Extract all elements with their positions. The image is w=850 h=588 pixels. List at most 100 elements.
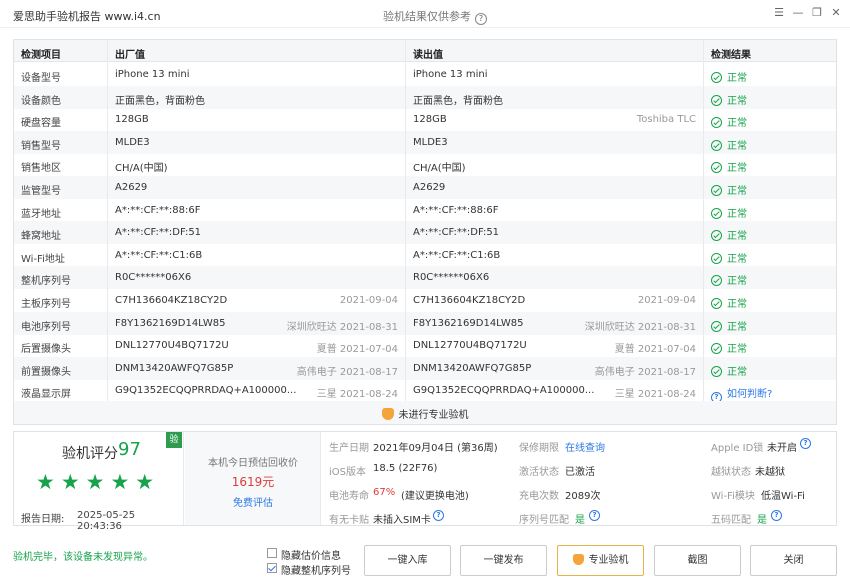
result-text: 正常 [727, 186, 747, 197]
info-label: Apple ID锁 [711, 443, 764, 454]
header-factory: 出厂值 [115, 50, 145, 61]
factory-value: CH/A(中国) [115, 163, 168, 175]
read-value: CH/A(中国) [413, 163, 466, 175]
info-value: 是 [575, 515, 585, 526]
info-label: 保修期限 [519, 443, 559, 454]
center-title-text: 验机结果仅供参考 [383, 10, 471, 23]
read-value: A*:**:CF:**:DF:51 [413, 227, 500, 239]
result-cell: 正常 [711, 295, 747, 310]
hide-serial-label[interactable]: 隐藏整机序列号 [281, 562, 351, 577]
row-item-name: 设备型号 [21, 73, 61, 84]
score-box: 验机评分 97 验 ★★★★★ 报告日期: 2025-05-25 20:43:3… [14, 432, 184, 532]
result-text: 正常 [727, 253, 747, 265]
read-value: MLDE3 [413, 136, 448, 148]
factory-value: MLDE3 [115, 136, 150, 148]
read-value: 正面黑色，背面粉色 [413, 95, 503, 107]
title-bar: 爱思助手验机报告 www.i4.cn 验机结果仅供参考? ☰ — ❐ ✕ [0, 0, 850, 28]
row-item-name: 销售型号 [21, 140, 61, 152]
star-rating: ★★★★★ [36, 470, 161, 494]
read-value: R0C******06X6 [413, 272, 490, 284]
table-row: 蜂窝地址 A*:**:CF:**:DF:51 A*:**:CF:**:DF:51 正常 [14, 221, 836, 245]
check-circle-icon [711, 117, 722, 129]
one-click-store-button[interactable]: 一键入库 [364, 545, 451, 576]
help-icon[interactable]: ? [771, 510, 782, 521]
column-divider [405, 40, 406, 424]
factory-date: 夏普 2021-07-04 [316, 344, 398, 356]
info-value: 未开启 [767, 443, 797, 454]
result-text: 正常 [727, 231, 747, 243]
result-text: 正常 [727, 140, 747, 152]
info-label: Wi-Fi模块 [711, 491, 755, 502]
read-value: 128GB [413, 114, 447, 126]
one-click-publish-button[interactable]: 一键发布 [460, 545, 547, 576]
column-divider [107, 40, 108, 424]
check-table: 检测项目 出厂值 读出值 检测结果 设备型号 iPhone 13 mini iPho… [13, 39, 837, 425]
result-text: 正常 [727, 321, 747, 333]
score-value: 97 [118, 439, 141, 460]
read-date: 2021-09-04 [637, 295, 696, 306]
hide-price-label[interactable]: 隐藏估价信息 [281, 547, 341, 562]
hide-price-checkbox[interactable] [267, 548, 277, 558]
check-circle-icon [711, 162, 722, 174]
result-cell: 正常 [711, 250, 747, 265]
close-icon[interactable]: ✕ [829, 6, 843, 20]
close-button[interactable]: 关闭 [750, 545, 837, 576]
read-date: Toshiba TLC [636, 114, 696, 126]
table-row: 液晶显示屏 G9Q1352ECQQPRRDAQ+A100000... 三星 2021… [14, 379, 836, 404]
table-header: 检测项目 出厂值 读出值 检测结果 [14, 40, 836, 62]
restore-icon[interactable]: ❐ [810, 6, 824, 20]
menu-icon[interactable]: ☰ [772, 6, 786, 20]
info-value: 已激活 [565, 467, 595, 478]
check-circle-icon [711, 230, 722, 242]
check-circle-icon [711, 365, 722, 377]
info-value: 未插入SIM卡 [373, 515, 431, 526]
row-item-name: 硬盘容量 [21, 118, 61, 130]
table-row: 设备型号 iPhone 13 mini iPhone 13 mini 正常 [14, 63, 836, 86]
pro-check-label: 专业验机 [588, 555, 629, 566]
minimize-icon[interactable]: — [791, 6, 805, 20]
app-title: 爱思助手验机报告 www.i4.cn [13, 10, 161, 23]
row-item-name: Wi-Fi地址 [21, 253, 65, 265]
info-label: 生产日期 [329, 443, 369, 454]
check-circle-icon [711, 298, 722, 309]
info-label: 序列号匹配 [519, 515, 569, 526]
footer-note: 未进行专业验机 [381, 408, 469, 421]
hide-serial-checkbox[interactable] [267, 563, 277, 573]
row-item-name: 液晶显示屏 [21, 389, 71, 401]
warranty-link[interactable]: 在线查询 [565, 439, 605, 454]
factory-value: A2629 [115, 182, 148, 193]
row-item-name: 整机序列号 [21, 276, 71, 288]
result-cell: 正常 [711, 159, 747, 174]
table-row: 硬盘容量 128GB 128GB Toshiba TLC 正常 [14, 108, 836, 131]
help-icon[interactable]: ? [800, 438, 811, 449]
read-date: 高伟电子 2021-08-17 [594, 366, 696, 378]
table-row: 蓝牙地址 A*:**:CF:**:88:6F A*:**:CF:**:88:6F 正常 [14, 199, 836, 222]
check-circle-icon [711, 343, 722, 355]
pro-check-button[interactable]: 专业验机 [557, 545, 644, 576]
table-row: 监管型号 A2629 A2629 正常 [14, 176, 836, 199]
info-value: 18.5 (22F76) [373, 463, 438, 474]
info-value: 是 [757, 515, 767, 526]
free-evaluate-link[interactable]: 免费评估 [185, 494, 321, 509]
shield-icon [381, 408, 394, 420]
table-row: 前置摄像头 DNM13420AWFQ7G85P 高伟电子 2021-08-17 DNM… [14, 356, 836, 380]
read-value: DNM13420AWFQ7G85P [413, 362, 532, 374]
read-date: 夏普 2021-07-04 [614, 344, 696, 356]
info-label: 有无卡贴 [329, 515, 369, 526]
row-item-name: 设备颜色 [21, 95, 61, 107]
screenshot-button[interactable]: 截图 [654, 545, 741, 576]
result-cell: 正常 [711, 272, 747, 287]
help-icon[interactable]: ? [589, 510, 600, 521]
factory-value: R0C******06X6 [115, 272, 192, 284]
help-icon[interactable]: ? [475, 13, 487, 25]
factory-value: F8Y1362169D14LW85 [115, 317, 226, 329]
result-text: 正常 [727, 95, 747, 107]
battery-advice: (建议更换电池) [401, 491, 469, 502]
read-value: A*:**:CF:**:C1:6B [413, 249, 501, 261]
help-icon[interactable]: ? [433, 510, 444, 521]
result-cell: 正常 [711, 363, 747, 378]
factory-date: 高伟电子 2021-08-17 [296, 366, 398, 378]
info-label: 激活状态 [519, 467, 559, 478]
factory-value: DNM13420AWFQ7G85P [115, 362, 234, 374]
score-label: 验机评分 [62, 446, 118, 462]
